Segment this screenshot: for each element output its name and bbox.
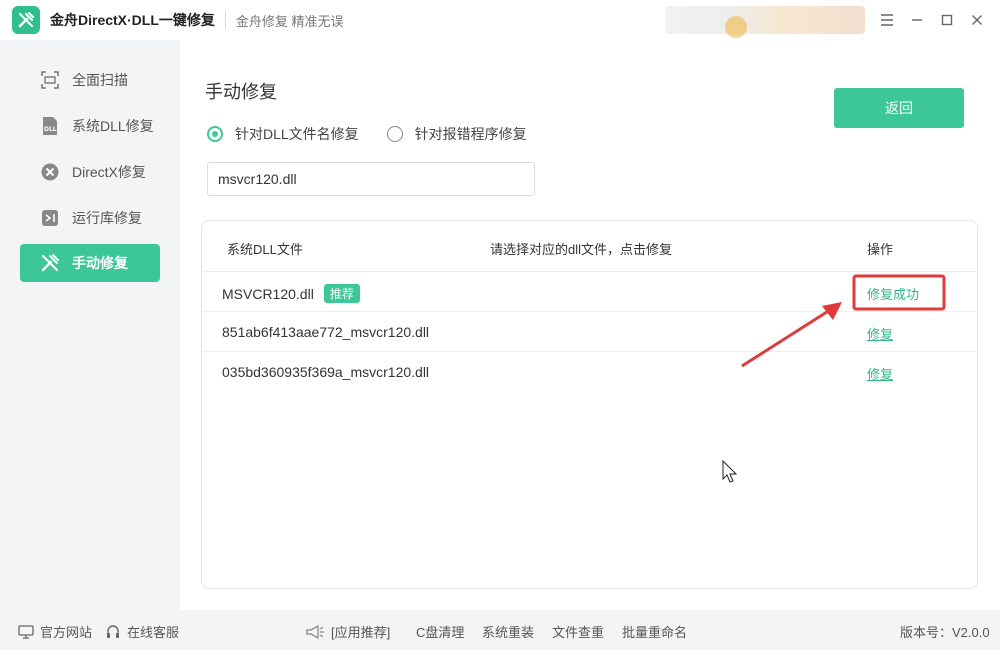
repair-link[interactable]: 修复 (867, 364, 893, 383)
footer-link-c-drive-clean[interactable]: C盘清理 (416, 622, 464, 641)
column-header-hint: 请选择对应的dll文件，点击修复 (490, 242, 673, 257)
sidebar-item-full-scan[interactable]: 全面扫描 (20, 61, 160, 99)
window-controls (872, 0, 992, 40)
settings-icon[interactable] (872, 5, 902, 35)
close-icon[interactable] (962, 5, 992, 35)
radio-dll-name[interactable]: 针对DLL文件名修复 (207, 124, 359, 144)
footer-link-file-dedup[interactable]: 文件查重 (552, 622, 604, 641)
footer-link-batch-rename[interactable]: 批量重命名 (622, 622, 687, 641)
sidebar-item-system-dll[interactable]: DLL 系统DLL修复 (20, 107, 160, 145)
title-bar: 金舟DirectX·DLL一键修复 金舟修复 精准无误 (0, 0, 1000, 40)
dll-file-name: 035bd360935f369a_msvcr120.dll (222, 364, 430, 380)
avatar[interactable] (725, 16, 747, 38)
app-title: 金舟DirectX·DLL一键修复 (50, 12, 215, 28)
recommended-badge: 推荐 (323, 284, 360, 303)
dll-results-table: 系统DLL文件 请选择对应的dll文件，点击修复 操作 MSVCR120.dll… (201, 220, 978, 589)
radio-unchecked-icon (386, 126, 403, 142)
headset-icon (105, 624, 121, 640)
sidebar-item-label: 全面扫描 (72, 72, 128, 88)
repair-link[interactable]: 修复 (867, 324, 893, 343)
column-header-action: 操作 (867, 242, 894, 257)
table-row: 035bd360935f369a_msvcr120.dll 修复 (202, 352, 977, 392)
footer-link-system-reinstall[interactable]: 系统重装 (482, 622, 534, 641)
page-title: 手动修复 (205, 82, 277, 102)
app-logo-icon (12, 6, 40, 34)
runtime-icon (40, 208, 60, 228)
footer-label: 在线客服 (127, 625, 180, 640)
sidebar-item-label: 运行库修复 (72, 210, 142, 226)
sidebar-item-manual-repair[interactable]: 手动修复 (20, 244, 160, 282)
sidebar-item-runtime[interactable]: 运行库修复 (20, 199, 160, 237)
maximize-icon[interactable] (932, 5, 962, 35)
scan-icon (40, 70, 60, 90)
sidebar-item-directx[interactable]: DirectX修复 (20, 153, 160, 191)
sidebar-item-label: DirectX修复 (72, 164, 146, 180)
table-header: 系统DLL文件 请选择对应的dll文件，点击修复 操作 (202, 221, 977, 272)
sidebar-item-label: 系统DLL修复 (72, 118, 154, 134)
svg-text:DLL: DLL (44, 126, 57, 133)
sidebar: 全面扫描 DLL 系统DLL修复 DirectX修复 运行库修复 手动修复 (0, 40, 180, 610)
monitor-icon (18, 624, 34, 639)
radio-checked-icon (207, 126, 223, 142)
wrench-icon (40, 253, 60, 273)
dll-file-text: MSVCR120.dll (222, 286, 314, 302)
sidebar-item-label: 手动修复 (72, 255, 128, 271)
minimize-icon[interactable] (902, 5, 932, 35)
radio-label: 针对报错程序修复 (414, 126, 527, 142)
version-label: 版本号：V2.0.0 (900, 625, 990, 640)
user-account-area[interactable] (665, 6, 865, 38)
directx-icon (40, 162, 60, 182)
dll-name-input[interactable] (207, 162, 535, 196)
dll-file-name: MSVCR120.dll 推荐 (222, 284, 360, 303)
column-header-file: 系统DLL文件 (227, 242, 303, 257)
dll-icon: DLL (40, 116, 60, 136)
dll-file-name: 851ab6f413aae772_msvcr120.dll (222, 324, 430, 340)
table-row: MSVCR120.dll 推荐 修复成功 (202, 272, 977, 312)
table-row: 851ab6f413aae772_msvcr120.dll 修复 (202, 312, 977, 352)
footer-bar: 官方网站 在线客服 [应用推荐] C盘清理 系统重装 文件查重 批量重命名 版本… (0, 610, 1000, 650)
repair-mode-radio-group: 针对DLL文件名修复 针对报错程序修复 (207, 124, 555, 144)
repair-success-status[interactable]: 修复成功 (867, 284, 919, 303)
app-recommend-link[interactable]: [应用推荐] (305, 622, 390, 641)
footer-label: 官方网站 (40, 625, 93, 640)
title-divider (224, 11, 226, 29)
footer-label: [应用推荐] (331, 625, 391, 640)
online-support-link[interactable]: 在线客服 (105, 622, 179, 641)
main-panel: 手动修复 返回 针对DLL文件名修复 针对报错程序修复 系统DLL文件 请选择对… (180, 40, 1000, 610)
radio-label: 针对DLL文件名修复 (235, 126, 359, 142)
back-button[interactable]: 返回 (834, 88, 964, 128)
radio-error-program[interactable]: 针对报错程序修复 (386, 124, 527, 144)
megaphone-icon (305, 624, 325, 640)
official-website-link[interactable]: 官方网站 (18, 622, 92, 641)
app-slogan: 金舟修复 精准无误 (235, 13, 344, 29)
